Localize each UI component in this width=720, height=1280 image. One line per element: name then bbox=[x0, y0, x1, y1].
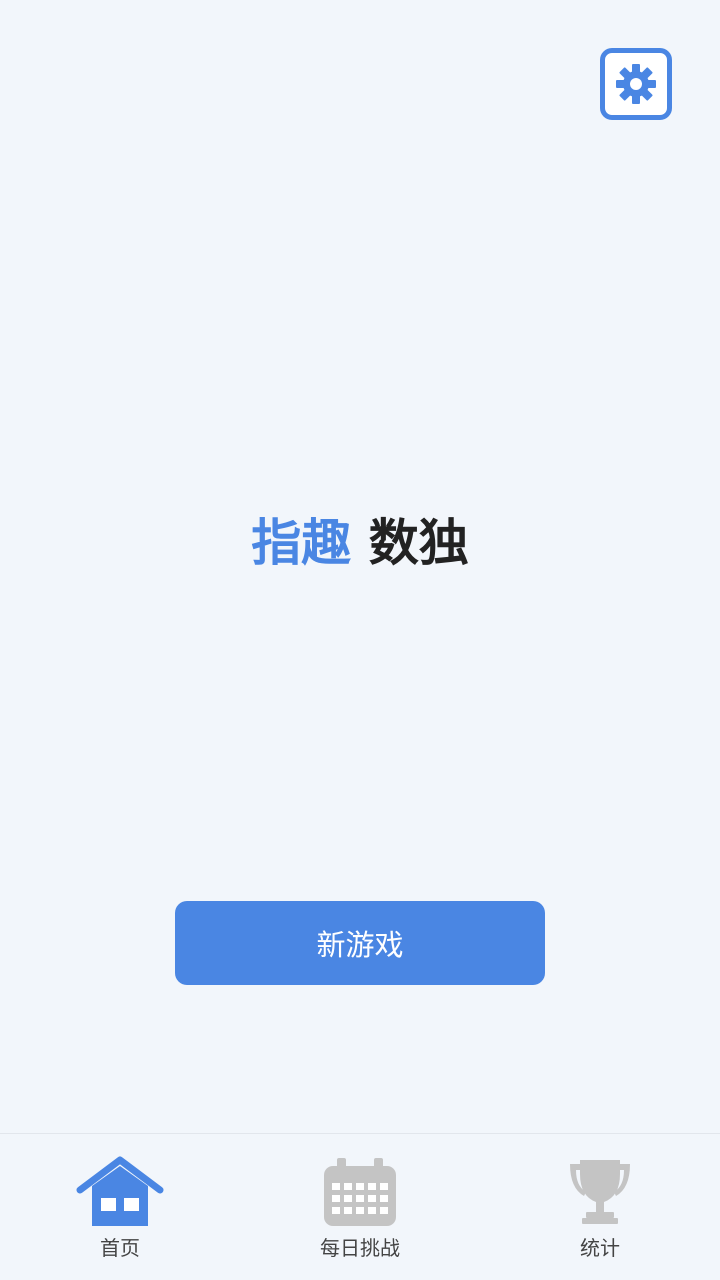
nav-label-home: 首页 bbox=[100, 1236, 140, 1260]
nav-item-daily-challenge[interactable]: 每日挑战 bbox=[280, 1134, 440, 1280]
app-title: 指趣 数独 bbox=[0, 508, 720, 578]
app-title-part1: 指趣 bbox=[251, 514, 352, 572]
trophy-icon bbox=[566, 1156, 634, 1232]
settings-button[interactable] bbox=[600, 48, 672, 120]
app-title-part2: 数独 bbox=[368, 514, 469, 572]
new-game-button[interactable]: 新游戏 bbox=[175, 901, 545, 985]
nav-label-statistics: 统计 bbox=[580, 1236, 620, 1260]
bottom-navigation: 首页 每日挑战 统计 bbox=[0, 1133, 720, 1280]
nav-item-statistics[interactable]: 统计 bbox=[520, 1134, 680, 1280]
nav-item-home[interactable]: 首页 bbox=[40, 1134, 200, 1280]
home-icon bbox=[76, 1156, 164, 1232]
calendar-icon bbox=[322, 1156, 398, 1232]
nav-label-daily-challenge: 每日挑战 bbox=[320, 1236, 400, 1260]
gear-icon bbox=[613, 61, 659, 107]
home-screen: 指趣 数独 新游戏 首页 每日挑战 统计 bbox=[0, 0, 720, 1280]
